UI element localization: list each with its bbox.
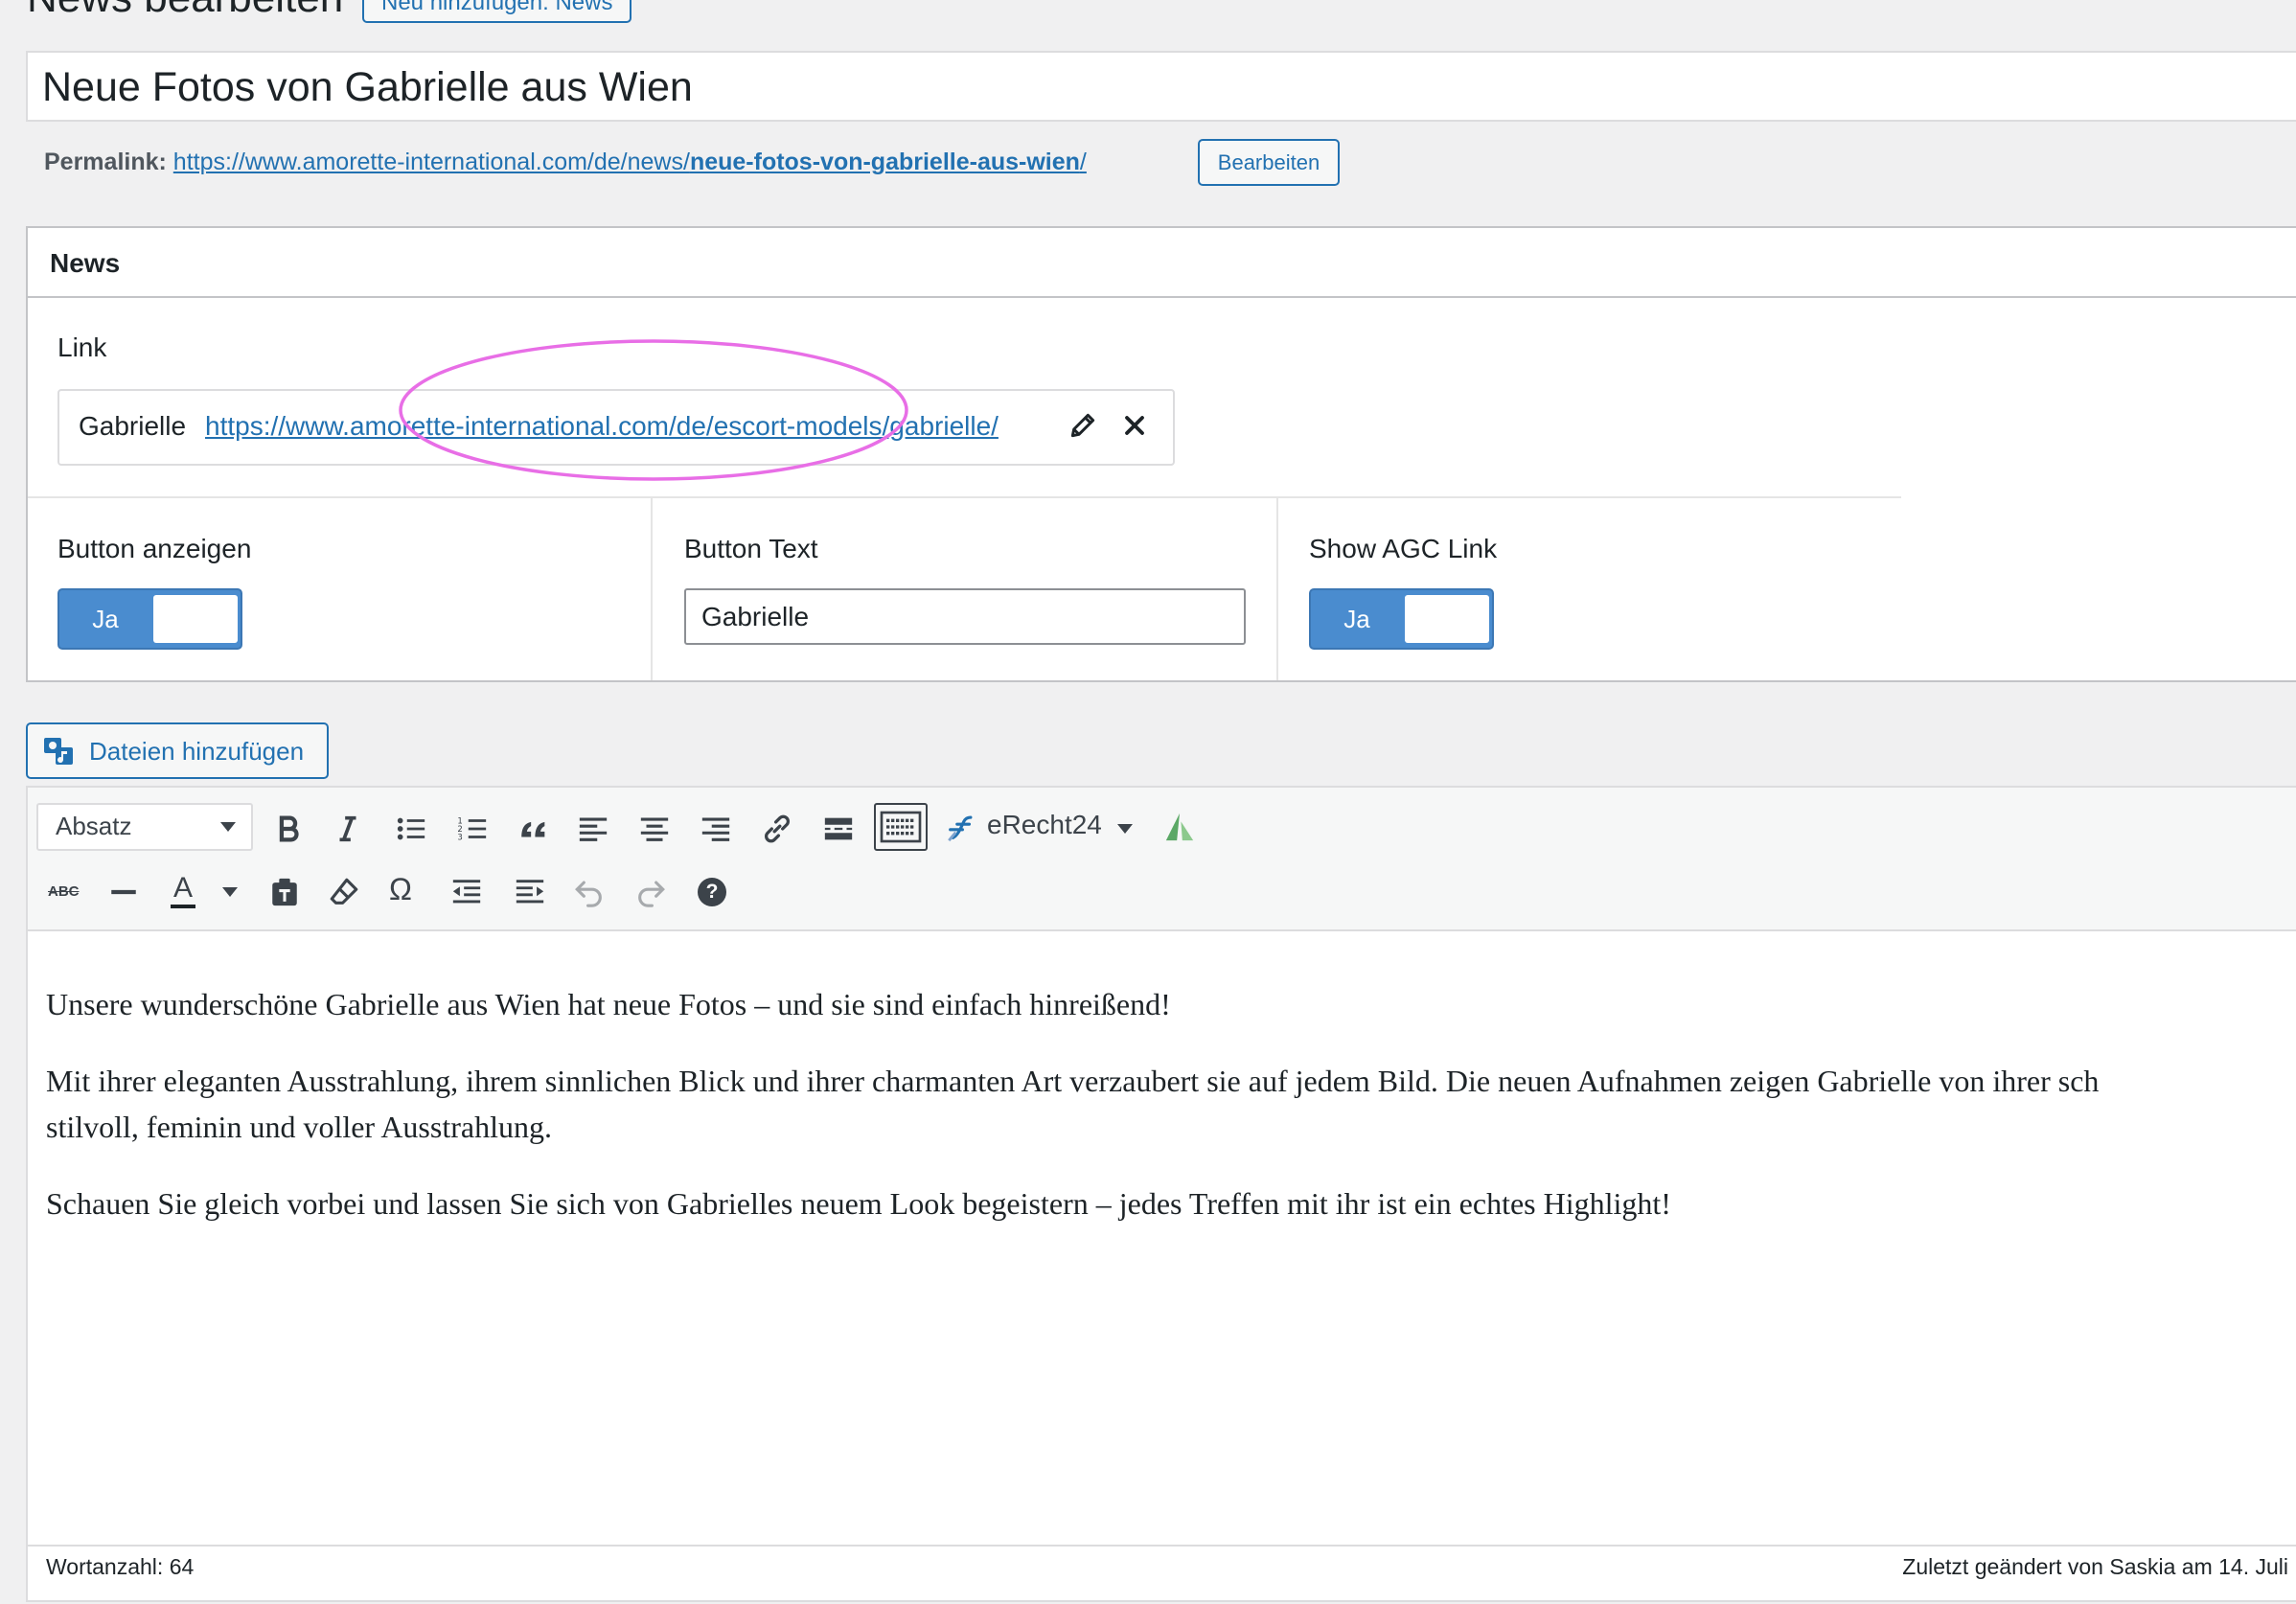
permalink-link[interactable]: https://www.amorette-international.com/d… bbox=[173, 149, 1087, 175]
content-paragraph: Mit ihrer eleganten Ausstrahlung, ihrem … bbox=[46, 1064, 2100, 1098]
agc-link-label: Show AGC Link bbox=[1309, 534, 1498, 563]
link-title: Gabrielle bbox=[79, 411, 187, 441]
erecht-label[interactable]: eRecht24 bbox=[987, 809, 1102, 841]
word-count: Wortanzahl: 64 bbox=[46, 1554, 195, 1579]
post-title-text: Neue Fotos von Gabrielle aus Wien bbox=[42, 64, 693, 110]
permalink-edit-button[interactable]: Bearbeiten bbox=[1198, 139, 1340, 186]
strikethrough-icon[interactable]: ABC bbox=[48, 883, 80, 900]
outdent-icon[interactable] bbox=[448, 874, 485, 910]
blockquote-icon[interactable] bbox=[516, 811, 552, 847]
paste-text-icon[interactable] bbox=[266, 874, 303, 910]
chevron-down-icon[interactable] bbox=[1117, 824, 1133, 834]
button-show-toggle[interactable]: Ja bbox=[57, 588, 242, 650]
permalink-row: Permalink: https://www.amorette-internat… bbox=[44, 146, 1087, 178]
add-files-label: Dateien hinzufügen bbox=[89, 737, 305, 766]
link-url[interactable]: https://www.amorette-international.com/d… bbox=[205, 410, 999, 443]
button-text-label: Button Text bbox=[684, 534, 818, 563]
undo-icon[interactable] bbox=[571, 874, 608, 910]
svg-text:3: 3 bbox=[457, 833, 462, 842]
media-icon bbox=[42, 734, 77, 768]
plugin-logo-icon[interactable] bbox=[1161, 809, 1198, 845]
chevron-down-icon bbox=[220, 822, 236, 832]
align-left-icon[interactable] bbox=[575, 811, 611, 847]
button-show-label: Button anzeigen bbox=[57, 534, 252, 563]
clear-formatting-icon[interactable] bbox=[326, 874, 362, 910]
toggle-value: Ja bbox=[1343, 605, 1370, 633]
field-divider bbox=[28, 496, 1901, 498]
content-paragraph: Schauen Sie gleich vorbei und lassen Sie… bbox=[46, 1186, 1671, 1221]
text-color-icon[interactable]: A bbox=[171, 872, 196, 908]
indent-icon[interactable] bbox=[512, 874, 548, 910]
add-new-button[interactable]: Neu hinzufügen: News bbox=[362, 0, 632, 23]
erecht-icon[interactable] bbox=[943, 809, 979, 845]
read-more-icon[interactable] bbox=[820, 811, 857, 847]
horizontal-line-icon[interactable] bbox=[105, 874, 142, 910]
numbered-list-icon[interactable]: 123 bbox=[454, 811, 491, 847]
last-edited-info: Zuletzt geändert von Saskia am 14. Juli bbox=[1902, 1554, 2288, 1579]
agc-link-toggle[interactable]: Ja bbox=[1309, 588, 1494, 650]
chevron-down-icon[interactable] bbox=[222, 887, 238, 897]
redo-icon[interactable] bbox=[632, 874, 669, 910]
toolbar-toggle-button[interactable] bbox=[874, 803, 928, 851]
link-field-label: Link bbox=[57, 332, 107, 362]
toolbar-toggle-icon bbox=[880, 811, 922, 843]
content-paragraph: stilvoll, feminin und voller Ausstrahlun… bbox=[46, 1110, 552, 1144]
toggle-value: Ja bbox=[92, 605, 119, 633]
status-bar-divider bbox=[28, 1545, 2296, 1547]
pencil-icon[interactable] bbox=[1068, 410, 1098, 441]
close-icon[interactable] bbox=[1119, 410, 1150, 441]
permalink-label: Permalink: bbox=[44, 149, 167, 175]
format-select-value: Absatz bbox=[56, 812, 132, 840]
editor-content[interactable]: Unsere wunderschöne Gabrielle aus Wien h… bbox=[46, 981, 2296, 1257]
content-paragraph: Unsere wunderschöne Gabrielle aus Wien h… bbox=[46, 987, 1171, 1021]
toggle-knob bbox=[1405, 595, 1489, 643]
italic-icon[interactable] bbox=[330, 811, 366, 847]
help-icon[interactable]: ? bbox=[698, 878, 726, 906]
bold-icon[interactable] bbox=[270, 811, 307, 847]
field-separator bbox=[1276, 498, 1278, 680]
align-right-icon[interactable] bbox=[698, 811, 734, 847]
bullet-list-icon[interactable] bbox=[393, 811, 429, 847]
link-icon[interactable] bbox=[759, 811, 795, 847]
page-title: News bearbeiten bbox=[27, 0, 343, 19]
permalink-slug: neue-fotos-von-gabrielle-aus-wien bbox=[689, 149, 1080, 175]
toggle-knob bbox=[153, 595, 238, 643]
permalink-base: https://www.amorette-international.com/d… bbox=[172, 149, 690, 175]
align-center-icon[interactable] bbox=[636, 811, 673, 847]
special-character-icon[interactable]: Ω bbox=[389, 872, 412, 907]
news-metabox-title: News bbox=[50, 248, 121, 278]
news-metabox-header[interactable] bbox=[26, 226, 2296, 298]
field-separator bbox=[651, 498, 653, 680]
button-text-value: Gabrielle bbox=[701, 602, 810, 631]
permalink-trailing: / bbox=[1079, 149, 1087, 175]
